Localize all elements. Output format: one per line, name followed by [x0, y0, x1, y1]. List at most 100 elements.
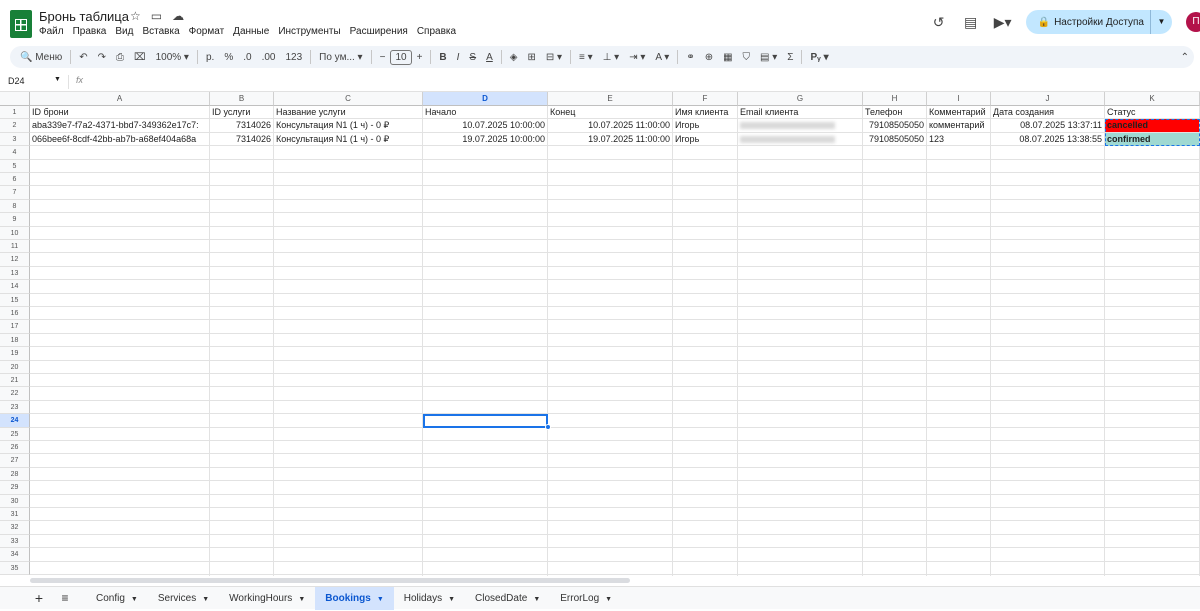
sheet-tab-errorlog[interactable]: ErrorLog ▼: [550, 587, 622, 610]
menu-item[interactable]: Расширения: [350, 26, 408, 37]
name-box-dropdown-icon[interactable]: ▼: [54, 76, 61, 83]
row-header[interactable]: 10: [0, 226, 30, 240]
row-header[interactable]: 16: [0, 307, 30, 321]
row-header[interactable]: 8: [0, 199, 30, 214]
column-header-i[interactable]: I: [927, 92, 991, 106]
row-header[interactable]: 28: [0, 467, 30, 482]
spreadsheet-grid[interactable]: A B C D E F G H I J K 1 2 3 4 5 6 7 8 9 10 11 12 13 14 15 16 17 18 19…: [0, 92, 1200, 576]
comments-icon[interactable]: ▤: [962, 13, 980, 31]
header-cell[interactable]: Дата создания: [991, 106, 1104, 119]
menu-item[interactable]: Данные: [233, 26, 269, 37]
column-header-e[interactable]: E: [548, 92, 673, 106]
row-header[interactable]: 14: [0, 280, 30, 294]
menu-item[interactable]: Файл: [39, 26, 64, 37]
select-all-corner[interactable]: [0, 92, 30, 106]
row-header[interactable]: 6: [0, 173, 30, 187]
horizontal-align-icon[interactable]: ≡ ▾: [574, 52, 598, 63]
column-header-c[interactable]: C: [274, 92, 423, 106]
chevron-down-icon[interactable]: ▼: [377, 596, 384, 603]
sheets-logo-icon[interactable]: [10, 10, 32, 38]
add-sheet-icon[interactable]: +: [28, 590, 50, 606]
decrease-decimal-button[interactable]: .0: [238, 52, 256, 63]
vertical-align-icon[interactable]: ⊥ ▾: [598, 52, 625, 63]
row-header[interactable]: 1: [0, 106, 30, 120]
email-cell-redacted[interactable]: [738, 119, 862, 132]
row-header[interactable]: 18: [0, 333, 30, 348]
header-cell[interactable]: ID брони: [30, 106, 209, 119]
cell[interactable]: 066bee6f-8cdf-42bb-ab7b-a68ef404a68a: [30, 133, 209, 146]
row-header[interactable]: 29: [0, 481, 30, 495]
cell[interactable]: Консультация N1 (1 ч) - 0 ₽: [274, 133, 422, 146]
row-header[interactable]: 35: [0, 561, 30, 575]
share-dropdown-icon[interactable]: ▼: [1150, 10, 1172, 34]
cell[interactable]: Игорь: [673, 133, 737, 146]
cell[interactable]: aba339e7-f7a2-4371-bbd7-349362e17c7:: [30, 119, 209, 132]
star-icon[interactable]: ☆: [130, 9, 141, 23]
functions-icon[interactable]: Σ: [782, 52, 798, 63]
column-header-f[interactable]: F: [673, 92, 738, 106]
cell[interactable]: 10.07.2025 10:00:00: [423, 119, 547, 132]
row-header[interactable]: 30: [0, 494, 30, 508]
row-header[interactable]: 12: [0, 253, 30, 267]
horizontal-scrollbar[interactable]: [30, 578, 630, 583]
menu-item[interactable]: Правка: [73, 26, 107, 37]
row-header[interactable]: 32: [0, 521, 30, 535]
sheet-tab-holidays[interactable]: Holidays ▼: [394, 587, 465, 610]
chevron-down-icon[interactable]: ▼: [202, 596, 209, 603]
share-button[interactable]: 🔒 Настройки Доступа ▼: [1025, 10, 1172, 34]
font-size-input[interactable]: 10: [390, 49, 412, 65]
row-header[interactable]: 9: [0, 213, 30, 227]
column-header-a[interactable]: A: [30, 92, 210, 106]
cell[interactable]: 7314026: [210, 133, 273, 146]
bold-icon[interactable]: B: [434, 52, 451, 63]
folder-move-icon[interactable]: ▭: [151, 9, 162, 23]
sheet-tab-bookings[interactable]: Bookings ▼: [315, 586, 394, 610]
row-header[interactable]: 17: [0, 320, 30, 334]
insert-chart-icon[interactable]: ▦: [718, 52, 737, 63]
header-cell[interactable]: Начало: [423, 106, 547, 119]
fill-color-icon[interactable]: ◈: [505, 52, 523, 63]
zoom-select[interactable]: 100% ▾: [151, 52, 194, 63]
cell[interactable]: 79108505050: [863, 119, 926, 132]
cell[interactable]: 79108505050: [863, 133, 926, 146]
header-cell[interactable]: Статус: [1105, 106, 1199, 119]
avatar[interactable]: П: [1186, 12, 1200, 32]
row-header[interactable]: 31: [0, 508, 30, 522]
chevron-down-icon[interactable]: ▼: [298, 596, 305, 603]
cell[interactable]: 19.07.2025 11:00:00: [548, 133, 672, 146]
chevron-down-icon[interactable]: ▼: [605, 596, 612, 603]
chevron-down-icon[interactable]: ▼: [533, 596, 540, 603]
row-header[interactable]: 26: [0, 441, 30, 455]
cell[interactable]: 123: [927, 133, 990, 146]
row-header[interactable]: 11: [0, 240, 30, 254]
history-icon[interactable]: ↺: [930, 13, 948, 31]
font-size-decrease-icon[interactable]: −: [375, 52, 391, 63]
menu-item[interactable]: Вставка: [142, 26, 179, 37]
row-header[interactable]: 4: [0, 146, 30, 160]
row-header[interactable]: 25: [0, 427, 30, 441]
header-cell[interactable]: Комментарий: [927, 106, 990, 119]
row-header[interactable]: 24: [0, 414, 30, 428]
text-wrap-icon[interactable]: ⇥ ▾: [624, 52, 650, 63]
collapse-menu-icon[interactable]: ⌃: [1176, 52, 1194, 63]
header-cell[interactable]: Email клиента: [738, 106, 862, 119]
insert-link-icon[interactable]: ⚭: [681, 52, 699, 63]
row-header[interactable]: 34: [0, 548, 30, 562]
filter-icon[interactable]: ⛉: [738, 52, 756, 63]
cloud-status-icon[interactable]: ☁: [172, 9, 184, 23]
menu-item[interactable]: Формат: [189, 26, 225, 37]
row-header[interactable]: 23: [0, 400, 30, 415]
row-header[interactable]: 5: [0, 159, 30, 173]
cell[interactable]: Игорь: [673, 119, 737, 132]
cell[interactable]: 7314026: [210, 119, 273, 132]
row-header[interactable]: 20: [0, 360, 30, 374]
font-size-increase-icon[interactable]: +: [412, 52, 428, 63]
redo-icon[interactable]: ↷: [93, 52, 111, 63]
filter-views-icon[interactable]: ▤ ▾: [755, 52, 782, 63]
column-header-g[interactable]: G: [738, 92, 863, 106]
text-color-icon[interactable]: A: [481, 52, 498, 63]
cell[interactable]: 08.07.2025 13:37:11: [991, 119, 1104, 132]
header-cell[interactable]: Конец: [548, 106, 672, 119]
header-cell[interactable]: ID услуги: [210, 106, 273, 119]
sheet-tab-config[interactable]: Config ▼: [86, 587, 148, 610]
